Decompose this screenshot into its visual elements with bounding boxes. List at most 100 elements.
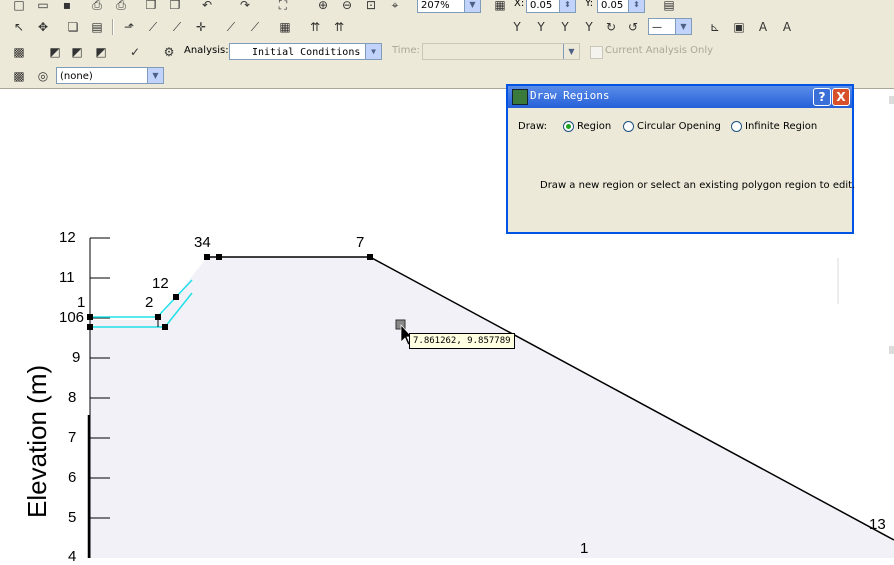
copy-view-icon[interactable]: ❏ bbox=[64, 18, 82, 36]
time-label: Time: bbox=[392, 45, 420, 56]
draw-regions-dialog: Draw Regions ? X Draw: Region Circular O… bbox=[506, 84, 856, 234]
select-region-icon[interactable]: ⛶ bbox=[274, 0, 292, 14]
picture-tool-icon[interactable]: ▣ bbox=[730, 18, 748, 36]
material-icon[interactable]: ◩ bbox=[46, 43, 64, 61]
material2-icon[interactable]: ◩ bbox=[68, 43, 86, 61]
scroll-marker bbox=[889, 96, 894, 104]
copy-icon[interactable]: ❐ bbox=[142, 0, 160, 14]
point-label-12: 12 bbox=[152, 275, 169, 292]
analysis-label: Analysis: bbox=[184, 45, 229, 56]
y-snap-input[interactable]: 0.05 ⬍ bbox=[597, 0, 645, 13]
text-box-tool-icon[interactable]: A bbox=[778, 18, 796, 36]
chevron-down-icon: ▼ bbox=[563, 44, 579, 59]
zoom-out-icon[interactable]: ⊖ bbox=[338, 0, 356, 14]
y-tick-label: 7 bbox=[68, 429, 77, 446]
contour4-tool-icon[interactable]: Y bbox=[580, 18, 598, 36]
region-radio[interactable] bbox=[563, 121, 574, 132]
line-style-select[interactable]: — ▼ bbox=[648, 18, 692, 35]
dialog-instruction: Draw a new region or select an existing … bbox=[540, 180, 856, 191]
boundary2-tool-icon[interactable]: ⟋ bbox=[246, 18, 264, 36]
app-icon bbox=[512, 89, 528, 105]
point-label-13: 13 bbox=[869, 516, 886, 533]
current-analysis-label: Current Analysis Only bbox=[605, 45, 714, 56]
circular-opening-label[interactable]: Circular Opening bbox=[637, 121, 721, 132]
flux-tool-icon[interactable]: ⇈ bbox=[306, 18, 324, 36]
chevron-down-icon: ▼ bbox=[464, 0, 480, 12]
redo-icon[interactable]: ↷ bbox=[236, 0, 254, 14]
print-preview-icon[interactable]: ⎙ bbox=[112, 0, 130, 14]
draw-region-tool-icon[interactable]: ⬏ bbox=[120, 18, 138, 36]
chevron-down-icon: ▼ bbox=[147, 68, 163, 83]
x-snap-input[interactable]: 0.05 ⬍ bbox=[526, 0, 576, 13]
toolbar-row-3: ▩ ◩ ◩ ◩ ✓ ⚙ Analysis: Initial Conditions… bbox=[0, 41, 894, 63]
mesh-tool-icon[interactable]: ▦ bbox=[276, 18, 294, 36]
save-icon[interactable]: ▪ bbox=[58, 0, 76, 14]
print-icon[interactable]: ⎙ bbox=[88, 0, 106, 14]
zoom-window-icon[interactable]: ⊡ bbox=[362, 0, 380, 14]
verify-icon[interactable]: ✓ bbox=[126, 43, 144, 61]
close-button[interactable]: X bbox=[832, 88, 850, 106]
y-tick-label: 11 bbox=[59, 269, 75, 286]
y-tick-label: 9 bbox=[72, 349, 81, 366]
pointer-icon[interactable]: ↖ bbox=[10, 18, 28, 36]
arc-tool-icon[interactable]: ↻ bbox=[602, 18, 620, 36]
new-file-icon[interactable]: □ bbox=[10, 0, 28, 14]
point-label-34: 34 bbox=[194, 234, 211, 251]
text-box-icon: A bbox=[782, 20, 792, 34]
separator bbox=[112, 19, 114, 35]
boundary-tool-icon[interactable]: ⟋ bbox=[222, 18, 240, 36]
toolbar-row-1: □ ▭ ▪ ⎙ ⎙ ❐ ❐ ↶ ↷ ⛶ ⊕ ⊖ ⊡ ⌖ 207% ▼ ▦ X: … bbox=[0, 0, 894, 16]
circular-opening-radio[interactable] bbox=[623, 121, 634, 132]
help-button[interactable]: ? bbox=[813, 88, 831, 106]
close-icon: X bbox=[836, 90, 846, 104]
zoom-all-icon[interactable]: ⌖ bbox=[386, 0, 404, 14]
region-option-label[interactable]: Region bbox=[577, 121, 611, 132]
y-axis-title: Elevation (m) bbox=[22, 364, 52, 518]
table-icon[interactable]: ▤ bbox=[88, 18, 106, 36]
properties-icon[interactable]: ▤ bbox=[660, 0, 678, 14]
help-icon: ? bbox=[818, 90, 826, 104]
y-tick-label: 6 bbox=[68, 469, 77, 486]
y-snap-value: 0.05 bbox=[601, 0, 624, 11]
define-icon[interactable]: ▩ bbox=[10, 43, 28, 61]
contour2-tool-icon[interactable]: Y bbox=[532, 18, 550, 36]
infinite-region-label[interactable]: Infinite Region bbox=[745, 121, 817, 132]
zoom-in-icon[interactable]: ⊕ bbox=[314, 0, 332, 14]
draw-line2-tool-icon[interactable]: ⟋ bbox=[168, 18, 186, 36]
dialog-titlebar[interactable]: Draw Regions ? X bbox=[508, 86, 852, 108]
filter-select[interactable]: (none) ▼ bbox=[56, 67, 164, 84]
grid-icon[interactable]: ▦ bbox=[491, 0, 509, 14]
draw-line-tool-icon[interactable]: ⟋ bbox=[144, 18, 162, 36]
y-tick-label: 5 bbox=[68, 509, 77, 526]
region-fill bbox=[90, 257, 894, 558]
toolbar-area: □ ▭ ▪ ⎙ ⎙ ❐ ❐ ↶ ↷ ⛶ ⊕ ⊖ ⊡ ⌖ 207% ▼ ▦ X: … bbox=[0, 0, 894, 89]
contour-tool-icon[interactable]: Y bbox=[508, 18, 526, 36]
infinite-region-radio[interactable] bbox=[731, 121, 742, 132]
pan-icon[interactable]: ✥ bbox=[34, 18, 52, 36]
axis-tool-icon[interactable]: ⊾ bbox=[706, 18, 724, 36]
analysis-icon[interactable]: ⚙ bbox=[160, 43, 178, 61]
chevron-down-icon: ▼ bbox=[675, 19, 691, 34]
scroll-marker bbox=[889, 346, 894, 354]
filter-value: (none) bbox=[60, 71, 93, 82]
spinner-icon: ⬍ bbox=[559, 0, 575, 12]
zoom-select[interactable]: 207% ▼ bbox=[417, 0, 481, 13]
cursor-coordinate-tooltip: 7.861262, 9.857789 bbox=[409, 333, 515, 349]
open-folder-icon[interactable]: ▭ bbox=[34, 0, 52, 14]
undo-icon[interactable]: ↶ bbox=[198, 0, 216, 14]
results-icon[interactable]: ▩ bbox=[10, 67, 28, 85]
point-label-106: 106 bbox=[59, 309, 85, 326]
contours-icon[interactable]: ◎ bbox=[34, 67, 52, 85]
y-tick-label: 4 bbox=[68, 548, 77, 565]
x-snap-label: X: bbox=[514, 0, 525, 9]
point-label-7: 7 bbox=[356, 234, 365, 251]
paste-icon[interactable]: ❐ bbox=[166, 0, 184, 14]
toolbar-row-2: ↖ ✥ ❏ ▤ ⬏ ⟋ ⟋ ✛ ⟋ ⟋ ▦ ⇈ ⇈ Y Y Y Y ↻ ↺ — … bbox=[0, 16, 894, 38]
analysis-select[interactable]: Initial Conditions ▼ bbox=[229, 43, 382, 60]
text-tool-icon[interactable]: A bbox=[754, 18, 772, 36]
contour3-tool-icon[interactable]: Y bbox=[556, 18, 574, 36]
arc2-tool-icon[interactable]: ↺ bbox=[624, 18, 642, 36]
region-label: 1 bbox=[580, 540, 589, 557]
y-snap-label: Y: bbox=[585, 0, 594, 9]
draw-point-tool-icon[interactable]: ✛ bbox=[192, 18, 210, 36]
